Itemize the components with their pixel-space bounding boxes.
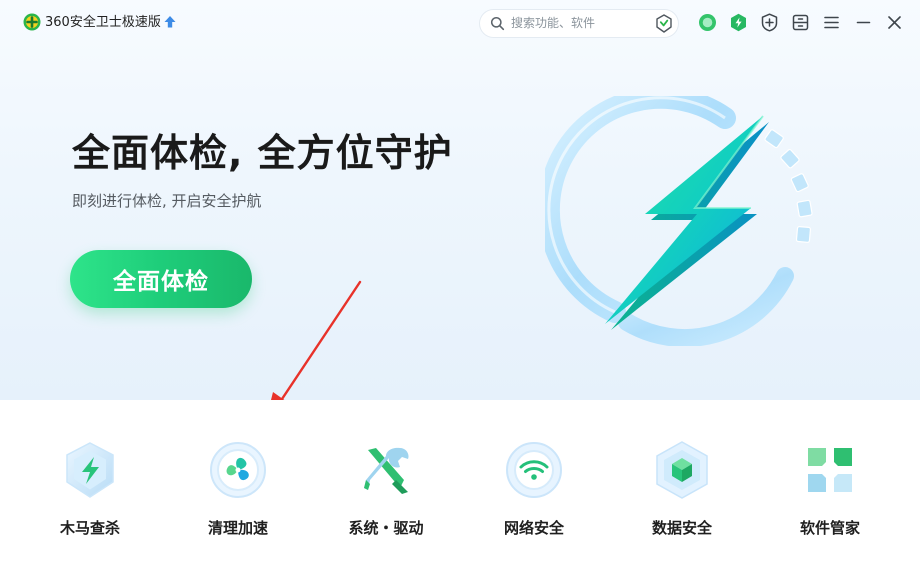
lightning-ring-icon (545, 96, 813, 346)
close-icon[interactable] (885, 13, 904, 32)
search-box[interactable]: 搜索功能、软件 (480, 10, 678, 37)
func-label: 木马查杀 (59, 519, 120, 537)
search-icon (490, 16, 505, 31)
hero-section: 360安全卫士极速版 搜索功能、软件 全面体检, 全方位守护 即刻进行体检, 开… (0, 0, 920, 400)
menu-icon[interactable] (822, 13, 841, 32)
shield-check-icon[interactable] (655, 14, 673, 33)
search-placeholder[interactable]: 搜索功能、软件 (511, 15, 595, 32)
func-label: 网络安全 (503, 519, 564, 537)
tools-icon (364, 447, 409, 494)
func-software-manager[interactable]: 软件管家 (756, 440, 904, 550)
software-grid-icon (808, 448, 852, 492)
title-bar: 360安全卫士极速版 搜索功能、软件 (0, 0, 920, 46)
func-label: 系统・驱动 (348, 519, 424, 537)
minimize-icon[interactable] (854, 13, 873, 32)
wifi-icon (506, 442, 562, 498)
func-label: 清理加速 (207, 519, 268, 537)
cabinet-icon[interactable] (791, 13, 810, 32)
func-label: 数据安全 (651, 519, 712, 537)
hexagon-shield-icon[interactable] (729, 13, 748, 32)
fan-clean-icon (210, 442, 266, 498)
func-system-driver[interactable]: 系统・驱动 (312, 440, 460, 550)
green-circle-icon[interactable] (698, 13, 717, 32)
func-data-security[interactable]: 数据安全 (608, 440, 756, 550)
trojan-shield-icon (66, 442, 114, 498)
hero-headline: 全面体检, 全方位守护 (72, 131, 453, 175)
func-trojan-scan[interactable]: 木马查杀 (16, 440, 164, 550)
app-window: 360安全卫士极速版 搜索功能、软件 全面体检, 全方位守护 即刻进行体检, 开… (0, 0, 920, 580)
360-logo-icon (23, 13, 41, 31)
func-label: 软件管家 (799, 519, 860, 537)
upgrade-arrow-icon[interactable] (163, 15, 177, 29)
shield-plus-icon[interactable] (760, 13, 779, 32)
func-clean-speedup[interactable]: 清理加速 (164, 440, 312, 550)
func-network-security[interactable]: 网络安全 (460, 440, 608, 550)
annotation-arrow-icon (271, 280, 362, 400)
function-bar: 木马查杀 清理加速 系统・驱动 网络安全 数据安全 软件管家 (0, 400, 920, 580)
data-cube-icon (656, 441, 708, 499)
hero-subline: 即刻进行体检, 开启安全护航 (72, 192, 262, 210)
full-checkup-button[interactable]: 全面体检 (70, 250, 252, 308)
app-title: 360安全卫士极速版 (45, 15, 161, 30)
